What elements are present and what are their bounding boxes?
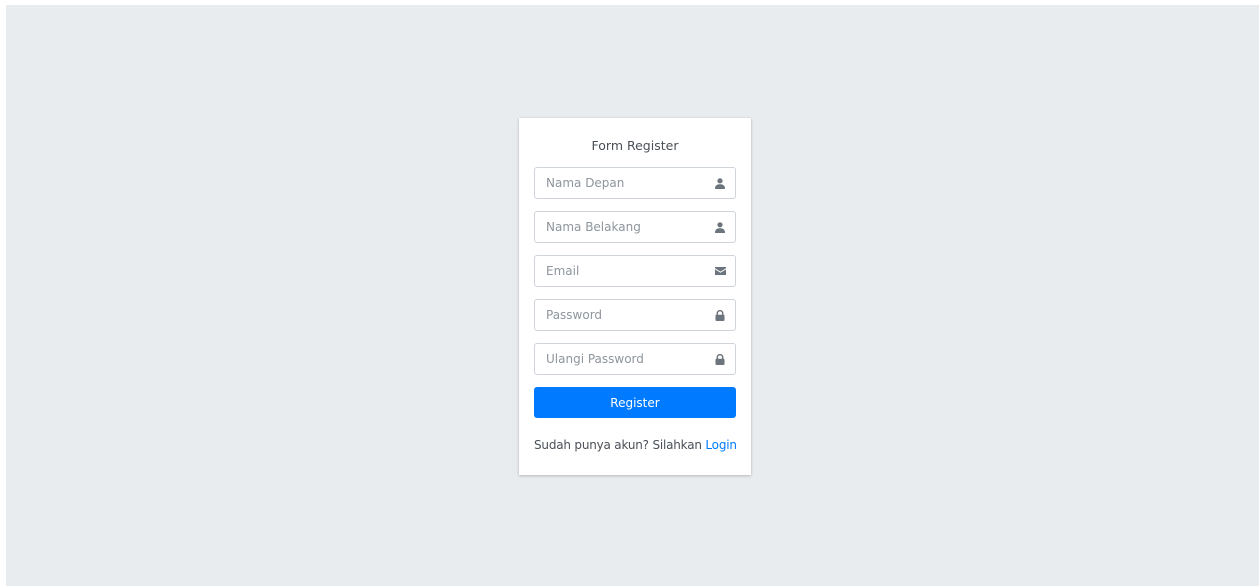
envelope-icon [705,256,735,286]
repeat-password-input[interactable] [535,344,705,374]
user-icon [705,212,735,242]
login-prompt: Sudah punya akun? Silahkan Login [534,438,737,452]
register-card: Form Register Nama Depan Nama Belakang E… [519,118,751,475]
page-background: Form Register Nama Depan Nama Belakang E… [6,5,1259,586]
email-input[interactable] [535,256,705,286]
register-button[interactable]: Register [534,387,736,418]
login-prompt-text: Sudah punya akun? Silahkan [534,438,706,452]
password-field [534,299,736,331]
password-input[interactable] [535,300,705,330]
first-name-input[interactable] [535,168,705,198]
user-icon [705,168,735,198]
form-title: Form Register [591,138,679,153]
first-name-field [534,167,736,199]
lock-icon [705,300,735,330]
repeat-password-field [534,343,736,375]
email-field [534,255,736,287]
lock-icon [705,344,735,374]
login-link[interactable]: Login [705,438,737,452]
last-name-field [534,211,736,243]
last-name-input[interactable] [535,212,705,242]
